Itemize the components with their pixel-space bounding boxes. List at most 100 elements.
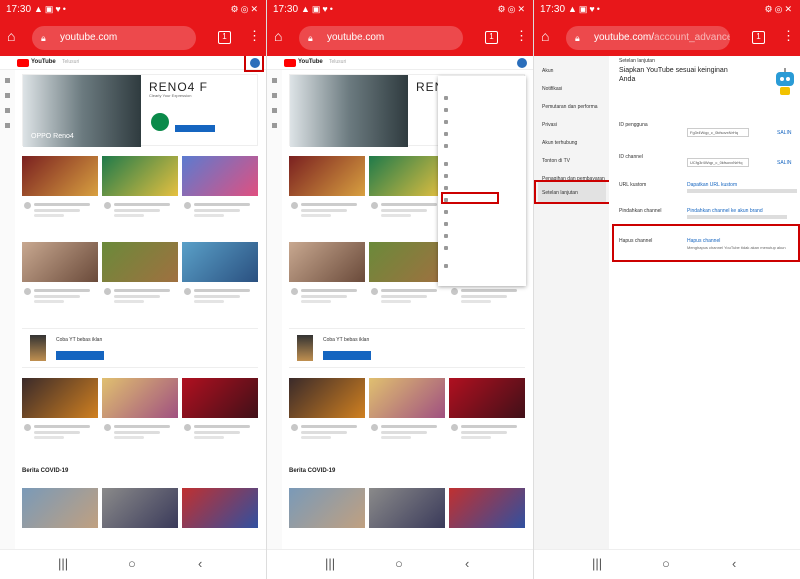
menu-item[interactable] bbox=[444, 220, 522, 228]
menu-item[interactable] bbox=[444, 244, 522, 252]
video-card[interactable] bbox=[369, 242, 445, 303]
settings-main: Setelan lanjutan Siapkan YouTube sesuai … bbox=[609, 56, 800, 549]
android-nav-bar: ||| ○ ‹ bbox=[0, 549, 266, 579]
menu-item[interactable] bbox=[444, 160, 522, 168]
promo-button[interactable] bbox=[56, 351, 104, 360]
more-menu-icon[interactable]: ⋮ bbox=[248, 28, 261, 44]
home-icon[interactable]: ⌂ bbox=[7, 29, 21, 43]
menu-item[interactable] bbox=[444, 262, 522, 270]
tab-switcher-button[interactable]: 1 bbox=[485, 31, 498, 44]
menu-item[interactable] bbox=[444, 106, 522, 114]
more-menu-icon[interactable]: ⋮ bbox=[515, 28, 528, 44]
video-card[interactable] bbox=[22, 156, 98, 217]
video-card[interactable] bbox=[22, 488, 98, 528]
video-card[interactable] bbox=[289, 488, 365, 528]
promo-title: Coba YT bebas iklan bbox=[56, 337, 103, 343]
video-card[interactable] bbox=[369, 378, 445, 439]
video-card[interactable] bbox=[289, 156, 365, 217]
account-avatar[interactable] bbox=[517, 58, 527, 68]
tab-switcher-button[interactable]: 1 bbox=[752, 31, 765, 44]
status-bar: 17:30 ▲▣♥• ⚙◎✕ bbox=[267, 0, 533, 20]
phone-image bbox=[30, 335, 46, 361]
account-menu bbox=[438, 76, 526, 286]
video-card[interactable] bbox=[102, 242, 178, 303]
copy-channel-id-button[interactable]: SALIN bbox=[777, 160, 791, 166]
user-id-field: Fg3r4Wqp_c_0kfsovxNrHq bbox=[687, 128, 749, 137]
back-icon[interactable]: ‹ bbox=[198, 556, 202, 571]
ad-video[interactable] bbox=[290, 75, 408, 147]
sidebar-item-playback[interactable]: Pemutaran dan performa bbox=[542, 104, 598, 110]
back-icon[interactable]: ‹ bbox=[465, 556, 469, 571]
video-card[interactable] bbox=[102, 488, 178, 528]
video-card[interactable] bbox=[102, 378, 178, 439]
menu-item[interactable] bbox=[444, 184, 522, 192]
home-button-icon[interactable]: ○ bbox=[395, 556, 403, 571]
move-channel-label: Pindahkan channel bbox=[619, 208, 662, 214]
menu-item[interactable] bbox=[444, 130, 522, 138]
ad-banner[interactable]: OPPO Reno4 RENO4 F Clearly Your Expressi… bbox=[22, 74, 258, 147]
video-card[interactable] bbox=[449, 378, 525, 439]
ad-video[interactable]: OPPO Reno4 bbox=[23, 75, 141, 147]
address-bar[interactable]: 🔒︎ youtube.com/account_advanced bbox=[566, 26, 730, 50]
menu-item[interactable] bbox=[444, 172, 522, 180]
video-card[interactable] bbox=[182, 488, 258, 528]
notification-icons: ▲▣♥• bbox=[301, 4, 335, 14]
youtube-logo-icon[interactable] bbox=[17, 59, 29, 67]
section-breadcrumb: Setelan lanjutan bbox=[619, 58, 655, 64]
home-icon[interactable]: ⌂ bbox=[274, 29, 288, 43]
more-menu-icon[interactable]: ⋮ bbox=[782, 28, 795, 44]
video-card[interactable] bbox=[182, 242, 258, 303]
video-card[interactable] bbox=[369, 156, 445, 217]
status-bar: 17:30 ▲▣♥• ⚙◎✕ bbox=[0, 0, 266, 20]
video-card[interactable] bbox=[182, 156, 258, 217]
video-card[interactable] bbox=[369, 488, 445, 528]
promo-button[interactable] bbox=[323, 351, 371, 360]
sidebar-item-connected-accounts[interactable]: Akun terhubung bbox=[542, 140, 577, 146]
sidebar-item-notifications[interactable]: Notifikasi bbox=[542, 86, 562, 92]
youtube-page: YouTube Telusuri RENO4 F Coba YT bebas i… bbox=[267, 56, 533, 549]
custom-url-link[interactable]: Dapatkan URL kustom bbox=[687, 182, 737, 188]
video-card[interactable] bbox=[289, 378, 365, 439]
home-button-icon[interactable]: ○ bbox=[128, 556, 136, 571]
video-card[interactable] bbox=[22, 378, 98, 439]
menu-item[interactable] bbox=[444, 94, 522, 102]
recent-apps-icon[interactable]: ||| bbox=[58, 556, 68, 571]
home-icon[interactable]: ⌂ bbox=[541, 29, 555, 43]
video-card[interactable] bbox=[102, 156, 178, 217]
phone-image bbox=[297, 335, 313, 361]
move-channel-link[interactable]: Pindahkan channel ke akun brand bbox=[687, 208, 763, 214]
video-card[interactable] bbox=[182, 378, 258, 439]
youtube-page: YouTube Telusuri OPPO Reno4 RENO4 F Clea… bbox=[0, 56, 266, 549]
status-time: 17:30 bbox=[273, 4, 299, 15]
sidebar-item-privacy[interactable]: Privasi bbox=[542, 122, 557, 128]
browser-toolbar: ⌂ 🔒︎ youtube.com 1 ⋮ bbox=[267, 20, 533, 56]
video-card[interactable] bbox=[22, 242, 98, 303]
search-input[interactable]: Telusuri bbox=[62, 59, 182, 67]
ad-cta-button[interactable] bbox=[175, 125, 215, 132]
android-nav-bar: ||| ○ ‹ bbox=[534, 549, 800, 579]
youtube-logo-icon[interactable] bbox=[284, 59, 296, 67]
system-icons: ⚙◎✕ bbox=[764, 4, 794, 14]
recent-apps-icon[interactable]: ||| bbox=[592, 556, 602, 571]
home-button-icon[interactable]: ○ bbox=[662, 556, 670, 571]
address-bar[interactable]: 🔒︎ youtube.com bbox=[299, 26, 463, 50]
tab-switcher-button[interactable]: 1 bbox=[218, 31, 231, 44]
address-bar[interactable]: 🔒︎ youtube.com bbox=[32, 26, 196, 50]
copy-user-id-button[interactable]: SALIN bbox=[777, 130, 791, 136]
search-input[interactable]: Telusuri bbox=[329, 59, 449, 67]
video-card[interactable] bbox=[449, 488, 525, 528]
video-card[interactable] bbox=[289, 242, 365, 303]
menu-item[interactable] bbox=[444, 118, 522, 126]
highlight-advanced-settings bbox=[534, 180, 611, 204]
sidebar-item-watch-on-tv[interactable]: Tonton di TV bbox=[542, 158, 570, 164]
highlight-avatar bbox=[244, 56, 264, 72]
menu-item[interactable] bbox=[444, 208, 522, 216]
back-icon[interactable]: ‹ bbox=[732, 556, 736, 571]
guide-sidebar bbox=[0, 70, 15, 549]
status-bar: 17:30 ▲▣♥• ⚙◎✕ bbox=[534, 0, 800, 20]
system-icons: ⚙◎✕ bbox=[497, 4, 527, 14]
menu-item[interactable] bbox=[444, 142, 522, 150]
sidebar-item-account[interactable]: Akun bbox=[542, 68, 553, 74]
menu-item[interactable] bbox=[444, 232, 522, 240]
recent-apps-icon[interactable]: ||| bbox=[325, 556, 335, 571]
